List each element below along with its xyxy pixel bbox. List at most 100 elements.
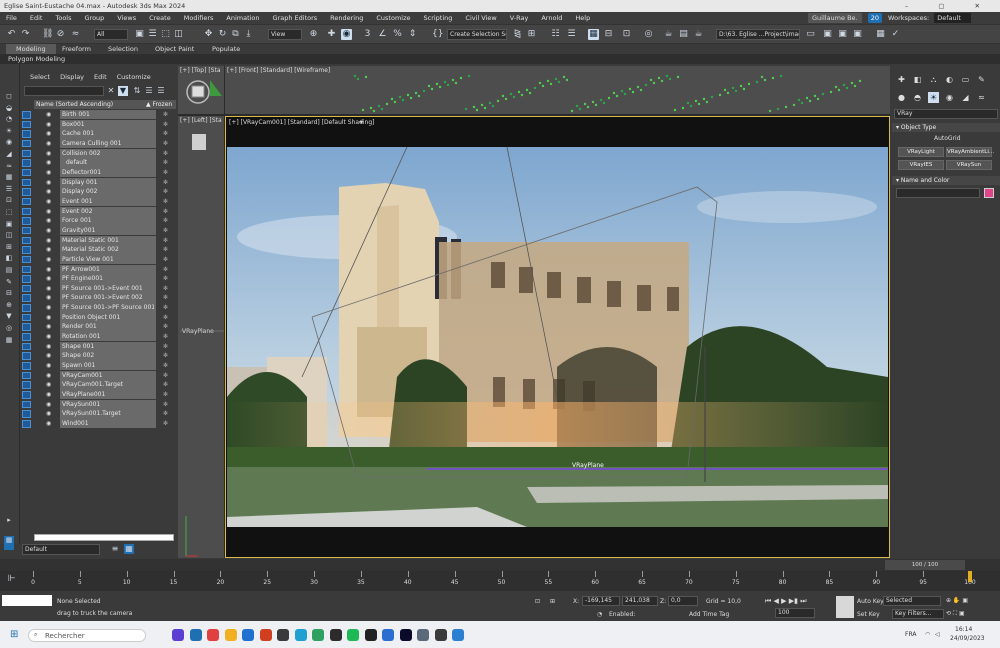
frozen-toggle-icon[interactable]: ✻ bbox=[163, 168, 168, 178]
visibility-icon[interactable]: ◉ bbox=[46, 371, 51, 381]
visibility-icon[interactable]: ◉ bbox=[46, 322, 51, 332]
current-frame-field[interactable]: 100 bbox=[775, 608, 815, 618]
explorer-filter-icon[interactable]: ▼ bbox=[4, 312, 14, 320]
object-name[interactable]: Event 002 bbox=[62, 207, 154, 217]
object-name[interactable]: PF Arrow001 bbox=[62, 265, 154, 275]
explorer-filter-icon[interactable]: ◒ bbox=[4, 104, 14, 112]
list-item[interactable]: ◉ Box001 ✻ bbox=[20, 119, 176, 130]
hierarchy-tab-icon[interactable]: ⛬ bbox=[928, 74, 939, 85]
explorer-icon[interactable] bbox=[224, 629, 237, 641]
visibility-icon[interactable]: ◉ bbox=[46, 274, 51, 284]
visibility-icon[interactable]: ◉ bbox=[46, 400, 51, 410]
explorer-filter-icon[interactable]: ☀ bbox=[4, 127, 14, 135]
layers-icon[interactable]: ≡ bbox=[110, 544, 120, 554]
layer-dropdown[interactable]: Default bbox=[22, 544, 100, 555]
viewport-nav-icons-2[interactable]: ⟲ ⛶ ▣ bbox=[946, 610, 965, 618]
object-name[interactable]: Birth 001 bbox=[62, 110, 154, 120]
object-type-rollout[interactable]: ▾ Object Type bbox=[892, 123, 1000, 132]
menu-help[interactable]: Help bbox=[575, 12, 590, 24]
explorer-filter-icon[interactable]: ▦ bbox=[4, 173, 14, 181]
frozen-toggle-icon[interactable]: ✻ bbox=[163, 207, 168, 217]
frozen-toggle-icon[interactable]: ✻ bbox=[163, 409, 168, 419]
hierarchy-icon[interactable]: ☰ bbox=[144, 86, 154, 96]
rect-selection-icon[interactable]: ⬚ bbox=[160, 29, 171, 40]
layer-icon[interactable]: ☰ bbox=[156, 86, 166, 96]
menu-civil-view[interactable]: Civil View bbox=[465, 12, 496, 24]
visibility-icon[interactable]: ◉ bbox=[46, 168, 51, 178]
object-type-icon[interactable] bbox=[22, 294, 31, 302]
spotify-icon[interactable] bbox=[347, 629, 359, 641]
explorer-filter-icon[interactable]: ▤ bbox=[4, 266, 14, 274]
frozen-toggle-icon[interactable]: ✻ bbox=[163, 293, 168, 303]
photos-icon[interactable] bbox=[294, 629, 307, 641]
list-item[interactable]: ◉ Event 002 ✻ bbox=[20, 206, 176, 217]
snaps-toggle-icon[interactable]: 3 bbox=[362, 29, 373, 40]
explorer-search-input[interactable] bbox=[24, 86, 104, 96]
viewport-top[interactable]: [+] [Top] [Sta bbox=[178, 66, 224, 114]
align-icon[interactable]: ⊞ bbox=[526, 29, 537, 40]
open-folder-icon[interactable]: ▭ bbox=[805, 29, 816, 40]
transform-mode-icon[interactable]: ⊞ bbox=[550, 598, 555, 605]
frozen-toggle-icon[interactable]: ✻ bbox=[163, 274, 168, 284]
edge-icon[interactable] bbox=[189, 629, 202, 641]
explorer-menu-customize[interactable]: Customize bbox=[117, 73, 151, 81]
create-vrayambientli--button[interactable]: VRayAmbientLi... bbox=[946, 147, 994, 157]
frozen-toggle-icon[interactable]: ✻ bbox=[163, 371, 168, 381]
geometry-icon[interactable]: ● bbox=[896, 92, 907, 103]
list-item[interactable]: ◉ Display 001 ✻ bbox=[20, 177, 176, 188]
render-setup-icon[interactable]: ☕ bbox=[663, 29, 674, 40]
object-name[interactable]: Display 002 bbox=[62, 187, 154, 197]
frozen-toggle-icon[interactable]: ✻ bbox=[163, 236, 168, 246]
visibility-icon[interactable]: ◉ bbox=[46, 361, 51, 371]
object-type-icon[interactable] bbox=[22, 197, 31, 206]
visibility-icon[interactable]: ◉ bbox=[46, 139, 51, 149]
object-type-icon[interactable] bbox=[22, 323, 31, 331]
named-selection-dropdown[interactable]: Create Selection Se bbox=[447, 29, 507, 40]
tab-modeling[interactable]: Modeling bbox=[6, 44, 56, 54]
scale-icon[interactable]: ⧉ bbox=[230, 29, 241, 40]
modify-tab-icon[interactable]: ◧ bbox=[912, 74, 923, 85]
create-vraylight-button[interactable]: VRayLight bbox=[898, 147, 944, 157]
menu-tools[interactable]: Tools bbox=[55, 12, 71, 24]
track-bar-icon[interactable]: ⊩ bbox=[6, 574, 17, 585]
object-type-icon[interactable] bbox=[22, 333, 31, 341]
visibility-icon[interactable]: ◉ bbox=[46, 284, 51, 294]
object-type-icon[interactable] bbox=[22, 371, 31, 380]
object-type-icon[interactable] bbox=[22, 381, 31, 389]
select-manipulate-icon[interactable]: ✚ bbox=[326, 29, 337, 40]
object-type-icon[interactable] bbox=[22, 304, 31, 312]
explorer-filter-icon[interactable]: ◔ bbox=[4, 115, 14, 123]
workspace-dropdown[interactable]: Default bbox=[934, 13, 971, 23]
object-type-icon[interactable] bbox=[22, 410, 31, 418]
sort-icon[interactable]: ⇅ bbox=[132, 86, 142, 96]
utilities-tab-icon[interactable]: ✎ bbox=[976, 74, 987, 85]
explorer-filter-icon[interactable]: ▦ bbox=[4, 336, 14, 344]
frozen-toggle-icon[interactable]: ✻ bbox=[163, 332, 168, 342]
frozen-toggle-icon[interactable]: ✻ bbox=[163, 197, 168, 207]
percent-snap-icon[interactable]: % bbox=[392, 29, 403, 40]
object-type-icon[interactable] bbox=[22, 207, 31, 216]
vray-render-icon[interactable]: ▣ bbox=[837, 29, 848, 40]
list-item[interactable]: ◉ PF Source 001->Event 001 ✻ bbox=[20, 283, 176, 294]
list-item[interactable]: ◉ Wind001 ✻ bbox=[20, 419, 176, 429]
motion-tab-icon[interactable]: ◐ bbox=[944, 74, 955, 85]
list-item[interactable]: ◉ PF Source 001->PF Source 001 ✻ bbox=[20, 303, 176, 313]
explorer-filter-icon[interactable]: ≈ bbox=[4, 162, 14, 170]
visibility-icon[interactable]: ◉ bbox=[46, 265, 51, 275]
frozen-toggle-icon[interactable]: ✻ bbox=[163, 149, 168, 159]
clock-date[interactable]: 24/09/2023 bbox=[950, 635, 985, 642]
menu-v-ray[interactable]: V-Ray bbox=[510, 12, 529, 24]
frozen-toggle-icon[interactable]: ✻ bbox=[163, 187, 168, 197]
filter-icon[interactable]: ▼ bbox=[118, 86, 128, 96]
object-type-icon[interactable] bbox=[22, 139, 31, 148]
object-type-icon[interactable] bbox=[22, 120, 31, 129]
list-item[interactable]: ◉ VRaySun001.Target ✻ bbox=[20, 409, 176, 419]
object-name[interactable]: Box001 bbox=[62, 120, 154, 130]
object-name[interactable]: Event 001 bbox=[62, 197, 154, 207]
list-item[interactable]: ◉ VRayCam001.Target ✻ bbox=[20, 380, 176, 390]
y-coord-field[interactable]: 241,038 bbox=[622, 596, 658, 606]
app-icon[interactable] bbox=[364, 629, 377, 641]
frozen-toggle-icon[interactable]: ✻ bbox=[163, 110, 168, 120]
object-name[interactable]: VRaySun001 bbox=[62, 400, 154, 410]
tab-freeform[interactable]: Freeform bbox=[62, 44, 91, 54]
